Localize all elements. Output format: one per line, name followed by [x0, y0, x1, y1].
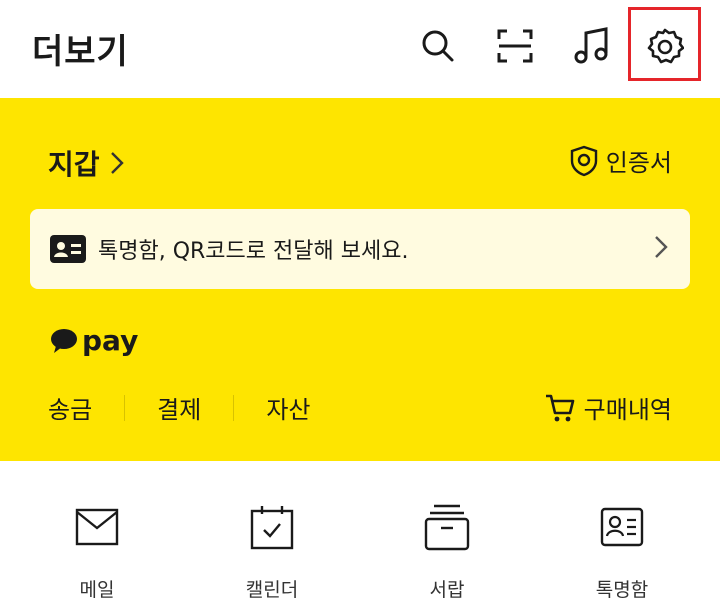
drawer-icon	[424, 504, 470, 551]
certificate-label: 인증서	[605, 149, 672, 177]
top-header: 더보기	[0, 0, 720, 98]
scan-button[interactable]	[493, 24, 537, 68]
chevron-right-icon	[110, 152, 124, 174]
search-button[interactable]	[416, 24, 460, 68]
grid-item-label: 톡명함	[595, 579, 649, 601]
chevron-right-icon	[655, 236, 668, 258]
divider	[124, 394, 126, 421]
wallet-links: 송금 결제 자산	[48, 390, 311, 425]
calendar-icon	[250, 506, 294, 550]
music-button[interactable]	[570, 24, 614, 68]
cart-icon	[545, 394, 574, 421]
divider	[233, 394, 235, 421]
service-grid: 메일 캘린더 서랍 톡명함	[0, 461, 720, 603]
purchase-history-button[interactable]: 구매내역	[544, 390, 672, 425]
grid-item-label: 캘린더	[245, 579, 299, 601]
grid-item-namecard[interactable]: 톡명함	[552, 501, 692, 602]
namecard-banner[interactable]: 톡명함, QR코드로 전달해 보세요.	[30, 209, 690, 289]
wallet-title: 지갑	[48, 148, 100, 181]
grid-item-mail[interactable]: 메일	[27, 501, 167, 602]
purchase-history-label: 구매내역	[583, 396, 672, 424]
search-icon	[422, 30, 454, 62]
settings-highlight-box	[628, 7, 701, 81]
scan-icon	[497, 29, 533, 63]
mail-icon	[75, 508, 119, 546]
namecard-icon	[600, 507, 644, 547]
pay-label: pay	[82, 324, 139, 357]
speech-bubble-icon	[51, 328, 77, 353]
link-assets[interactable]: 자산	[266, 390, 310, 425]
certificate-button[interactable]: 인증서	[570, 143, 672, 178]
link-transfer[interactable]: 송금	[48, 390, 92, 425]
grid-item-calendar[interactable]: 캘린더	[202, 501, 342, 602]
wallet-section: 지갑 인증서 톡명함, QR코드로 전달해 보세요. pay 송금 결제 자산 …	[0, 98, 720, 461]
banner-text: 톡명함, QR코드로 전달해 보세요.	[98, 239, 409, 264]
wallet-link[interactable]: 지갑	[48, 143, 124, 183]
pay-logo: pay	[50, 324, 138, 357]
grid-item-drawer[interactable]: 서랍	[377, 501, 517, 602]
shield-icon	[570, 145, 597, 176]
page-title: 더보기	[32, 32, 129, 72]
link-payment[interactable]: 결제	[157, 390, 201, 425]
id-card-icon	[50, 235, 86, 263]
grid-item-label: 서랍	[429, 579, 465, 601]
grid-item-label: 메일	[79, 579, 115, 601]
music-icon	[574, 27, 608, 64]
